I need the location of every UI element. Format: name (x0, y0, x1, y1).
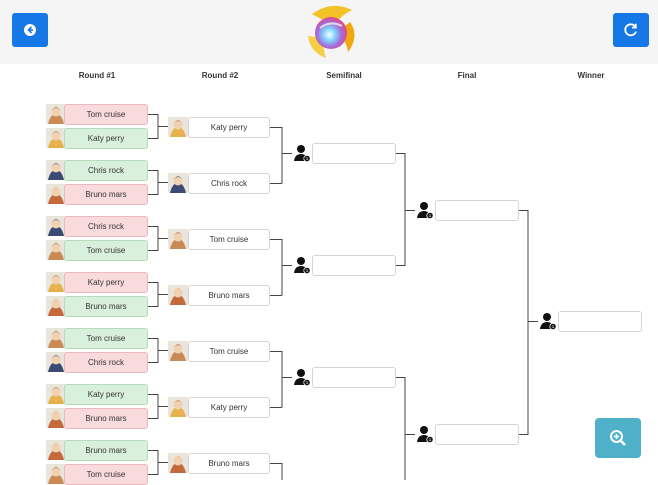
connector-line (519, 210, 538, 435)
round2-slot[interactable]: Tom cruise (188, 229, 270, 250)
round1-slot[interactable]: Tom cruise (64, 240, 148, 261)
round2-slot-label: Tom cruise (209, 347, 249, 356)
round2-slot[interactable]: Katy perry (188, 397, 270, 418)
connector-line (148, 394, 168, 419)
semifinal-slot[interactable] (312, 255, 396, 276)
round1-slot[interactable]: Bruno mars (64, 296, 148, 317)
zoom-in-icon (610, 430, 626, 446)
semifinal-slot[interactable] (312, 367, 396, 388)
round1-avatar (46, 464, 66, 484)
round1-avatar (46, 104, 66, 124)
round1-slot[interactable]: Katy perry (64, 272, 148, 293)
round1-slot[interactable]: Chris rock (64, 352, 148, 373)
round2-slot[interactable]: Chris rock (188, 173, 270, 194)
round1-slot[interactable]: Bruno mars (64, 184, 148, 205)
round1-slot[interactable]: Bruno mars (64, 408, 148, 429)
round1-slot[interactable]: Tom cruise (64, 464, 148, 485)
round1-slot-label: Bruno mars (85, 190, 127, 199)
round2-avatar (168, 173, 188, 193)
semifinal-avatar: 1 (292, 255, 312, 275)
connector-line (396, 153, 415, 266)
round1-slot[interactable]: Tom cruise (64, 328, 148, 349)
round1-avatar (46, 240, 66, 260)
zoom-button[interactable] (595, 418, 641, 458)
connector-line (148, 170, 168, 195)
connector-line (270, 127, 292, 184)
round2-avatar (168, 397, 188, 417)
round1-avatar (46, 128, 66, 148)
final-avatar: 1 (415, 200, 435, 220)
semifinal-avatar: 1 (292, 143, 312, 163)
round1-slot-label: Bruno mars (85, 414, 127, 423)
connector-line (396, 377, 415, 480)
round1-slot[interactable]: Chris rock (64, 216, 148, 237)
round2-slot-label: Bruno mars (208, 291, 250, 300)
round1-slot-label: Bruno mars (85, 446, 127, 455)
round1-avatar (46, 352, 66, 372)
round1-slot-label: Katy perry (87, 390, 125, 399)
round1-avatar (46, 184, 66, 204)
round2-avatar (168, 341, 188, 361)
connector-line (148, 282, 168, 307)
round1-slot-label: Katy perry (87, 134, 125, 143)
round2-slot-label: Tom cruise (209, 235, 249, 244)
round1-slot-label: Chris rock (87, 166, 124, 175)
round2-slot-label: Chris rock (210, 179, 247, 188)
round1-slot[interactable]: Bruno mars (64, 440, 148, 461)
round1-slot[interactable]: Chris rock (64, 160, 148, 181)
round2-slot-label: Katy perry (210, 403, 248, 412)
round1-slot-label: Tom cruise (86, 334, 126, 343)
round1-slot-label: Chris rock (87, 222, 124, 231)
round1-slot[interactable]: Katy perry (64, 384, 148, 405)
round1-slot-label: Chris rock (87, 358, 124, 367)
round1-slot[interactable]: Tom cruise (64, 104, 148, 125)
round1-avatar (46, 296, 66, 316)
round2-slot[interactable]: Bruno mars (188, 453, 270, 474)
round1-avatar (46, 408, 66, 428)
connector-line (148, 114, 168, 139)
round1-avatar (46, 384, 66, 404)
connector-line (270, 351, 292, 408)
round1-slot-label: Tom cruise (86, 246, 126, 255)
connector-line (270, 463, 283, 480)
round2-avatar (168, 285, 188, 305)
round1-slot-label: Bruno mars (85, 302, 127, 311)
round1-avatar (46, 440, 66, 460)
semifinal-slot[interactable] (312, 143, 396, 164)
round2-slot[interactable]: Bruno mars (188, 285, 270, 306)
connector-line (148, 226, 168, 251)
round1-avatar (46, 160, 66, 180)
round1-slot[interactable]: Katy perry (64, 128, 148, 149)
round2-avatar (168, 453, 188, 473)
round2-slot-label: Bruno mars (208, 459, 250, 468)
round1-slot-label: Katy perry (87, 278, 125, 287)
round2-slot[interactable]: Katy perry (188, 117, 270, 138)
final-slot[interactable] (435, 424, 519, 445)
final-avatar: 1 (415, 424, 435, 444)
round1-avatar (46, 272, 66, 292)
round1-avatar (46, 216, 66, 236)
winner-avatar: 1 (538, 311, 558, 331)
connector-line (148, 450, 168, 475)
round2-slot-label: Katy perry (210, 123, 248, 132)
round1-avatar (46, 328, 66, 348)
round1-slot-label: Tom cruise (86, 110, 126, 119)
round2-avatar (168, 117, 188, 137)
round2-slot[interactable]: Tom cruise (188, 341, 270, 362)
round2-avatar (168, 229, 188, 249)
semifinal-avatar: 1 (292, 367, 312, 387)
connector-line (148, 338, 168, 363)
connector-line (270, 239, 292, 296)
round1-slot-label: Tom cruise (86, 470, 126, 479)
winner-slot[interactable] (558, 311, 642, 332)
final-slot[interactable] (435, 200, 519, 221)
